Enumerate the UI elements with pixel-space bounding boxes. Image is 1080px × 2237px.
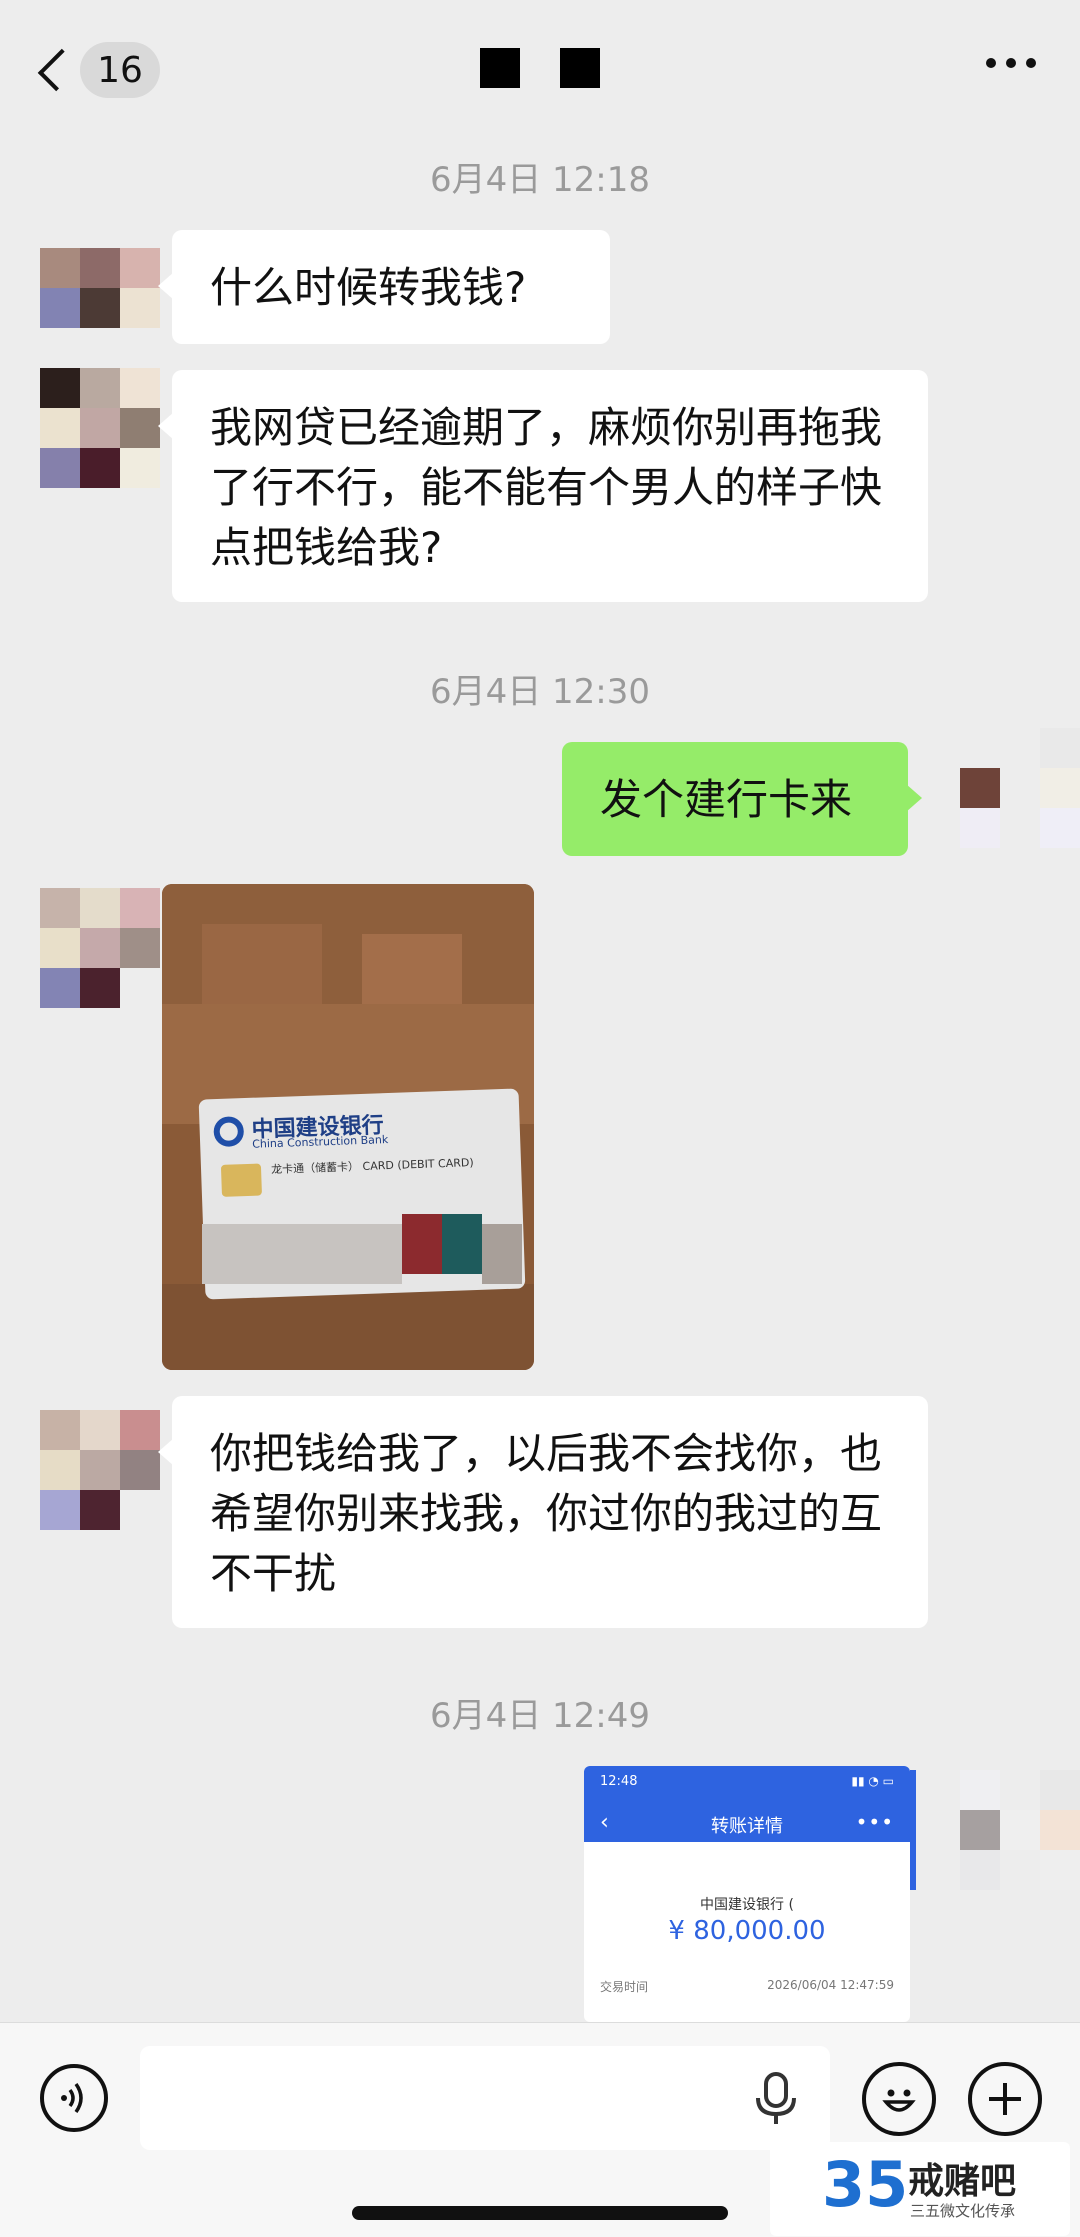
- more-icon: •••: [855, 1810, 894, 1834]
- message-bubble-sent[interactable]: 发个建行卡来: [562, 742, 922, 856]
- redacted-contact-name-block: [560, 48, 600, 88]
- image-message-bank-card[interactable]: 中国建设银行 China Construction Bank 龙卡通（储蓄卡） …: [162, 884, 534, 1370]
- message-bubble[interactable]: 什么时候转我钱?: [158, 230, 610, 344]
- my-avatar[interactable]: [960, 728, 1080, 848]
- more-dot-icon: [1006, 58, 1016, 68]
- more-dot-icon: [1026, 58, 1036, 68]
- message-bubble[interactable]: 我网贷已经逾期了，麻烦你别再拖我了行不行，能不能有个男人的样子快点把钱给我?: [158, 370, 928, 602]
- voice-wave-icon: [61, 2082, 83, 2114]
- back-button[interactable]: 16: [30, 40, 160, 100]
- message-text: 什么时候转我钱?: [210, 263, 527, 312]
- message-timestamp: 6月4日 12:30: [429, 672, 651, 712]
- voice-input-button[interactable]: [40, 2064, 108, 2132]
- more-options-button[interactable]: [986, 58, 1036, 68]
- watermark-subtitle: 三五微文化传承: [910, 2202, 1016, 2220]
- home-indicator[interactable]: [352, 2206, 728, 2220]
- smiley-icon: [882, 2089, 916, 2112]
- card-chip-icon: [220, 1163, 262, 1197]
- contact-avatar[interactable]: [40, 248, 160, 328]
- emoji-button[interactable]: [862, 2062, 936, 2136]
- transfer-screenshot-header: 12:48 ▮▮ ◔ ▭ ‹ 转账详情 •••: [584, 1766, 910, 1842]
- message-timestamp: 6月4日 12:18: [429, 160, 651, 200]
- ccb-logo-icon: [213, 1116, 245, 1148]
- my-avatar[interactable]: [960, 1770, 1080, 1890]
- watermark: 35 戒赌吧 三五微文化传承: [770, 2142, 1070, 2236]
- message-text: 我网贷已经逾期了，麻烦你别再拖我了行不行，能不能有个男人的样子快点把钱给我?: [210, 403, 883, 572]
- message-timestamp: 6月4日 12:49: [429, 1696, 651, 1736]
- contact-avatar[interactable]: [40, 888, 160, 1008]
- signal-wifi-battery-icon: ▮▮ ◔ ▭: [851, 1774, 894, 1788]
- contact-avatar[interactable]: [40, 1410, 160, 1530]
- microphone-icon[interactable]: [754, 2072, 798, 2130]
- more-dot-icon: [986, 58, 996, 68]
- watermark-logo-number: 35: [822, 2148, 909, 2221]
- message-bubble[interactable]: 你把钱给我了，以后我不会找你，也希望你别来找我，你过你的我过的互不干扰: [158, 1396, 928, 1628]
- contact-avatar[interactable]: [40, 368, 160, 488]
- transaction-time-label: 交易时间: [600, 1980, 649, 1994]
- unread-count-badge: 16: [80, 42, 160, 98]
- plus-icon: [989, 2083, 1021, 2115]
- transaction-time-value: 2026/06/04 12:47:59: [767, 1978, 894, 1992]
- message-text: 发个建行卡来: [600, 775, 853, 824]
- image-message-transfer-screenshot[interactable]: 12:48 ▮▮ ◔ ▭ ‹ 转账详情 ••• 中国建设银行 ( ¥ 80,00…: [584, 1766, 910, 2022]
- message-text: 你把钱给我了，以后我不会找你，也希望你别来找我，你过你的我过的互不干扰: [210, 1429, 883, 1598]
- transfer-amount: ¥ 80,000.00: [668, 1916, 826, 1946]
- card-type-text: 龙卡通（储蓄卡） CARD (DEBIT CARD): [270, 1156, 474, 1177]
- chevron-left-icon: [37, 48, 81, 92]
- transfer-bank: 中国建设银行 (: [700, 1897, 794, 1913]
- screenshot-edge: [910, 1770, 916, 1890]
- watermark-name: 戒赌吧: [908, 2161, 1017, 2202]
- status-time: 12:48: [600, 1774, 638, 1789]
- message-input[interactable]: [140, 2046, 830, 2150]
- more-functions-button[interactable]: [968, 2062, 1042, 2136]
- redacted-contact-name-block: [480, 48, 520, 88]
